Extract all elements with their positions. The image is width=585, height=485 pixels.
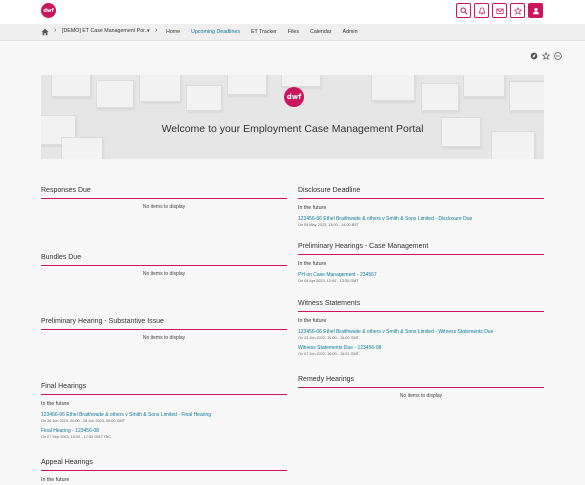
nav-upcoming-deadlines[interactable]: Upcoming Deadlines <box>191 29 240 35</box>
mail-button[interactable] <box>492 3 507 18</box>
section-title: Preliminary Hearing - Substantive Issue <box>41 318 164 325</box>
disclosure-deadline-section: Disclosure Deadline In the future 123456… <box>298 187 544 227</box>
event-meta: On 23 Jun 2023, 15:00 - 16:00 GMT <box>298 336 359 340</box>
remedy-hearings-section: Remedy Hearings No items to display <box>298 376 544 399</box>
nav-et-tracker[interactable]: ET Tracker <box>251 29 277 35</box>
more-icon[interactable] <box>554 52 562 60</box>
section-title: Preliminary Hearings - Case Management <box>298 243 429 250</box>
event-meta: On 26 Jun 2023, 00:00 - 28 Jun 2023, 00:… <box>41 419 126 423</box>
user-button[interactable] <box>528 3 543 18</box>
event-meta: On 05 May 2023, 13:00 - 14:00 BST <box>298 223 359 227</box>
event-link[interactable]: Final Hearing - 123456-08 <box>41 428 287 434</box>
section-subtitle: In the future <box>298 318 327 324</box>
divider <box>298 254 544 255</box>
chevron-right-icon: › <box>54 27 57 34</box>
dwf-logo[interactable]: dwf <box>41 3 56 18</box>
nav-calendar[interactable]: Calendar <box>310 29 332 35</box>
banner-title: Welcome to your Employment Case Manageme… <box>161 123 424 135</box>
nav-links: Home Upcoming Deadlines ET Tracker Files… <box>166 29 369 35</box>
empty-message: No items to display <box>142 204 186 210</box>
responses-due-section: Responses Due No items to display <box>41 187 287 210</box>
event-link[interactable]: Witness Statements Due - 123456-08 <box>298 345 544 351</box>
divider <box>298 387 544 388</box>
user-icon <box>532 7 539 14</box>
section-subtitle: In the future <box>41 477 70 483</box>
favourites-button[interactable] <box>510 3 525 18</box>
appeal-hearings-section: Appeal Hearings In the future <box>41 459 287 483</box>
divider <box>41 394 287 395</box>
banner-logo: dwf <box>284 87 304 107</box>
nav-bar: › [DEMO] ET Case Management Por... ▾ › H… <box>0 24 585 41</box>
event-link[interactable]: 123456-06 Ethel Braithwaite & others v S… <box>298 329 544 335</box>
search-icon <box>459 6 468 15</box>
section-subtitle: In the future <box>298 205 327 211</box>
nav-home[interactable]: Home <box>166 29 180 35</box>
event-meta: On 07 Sep 2023, 10:00 - 17:00 GMT TBC <box>41 435 112 439</box>
divider <box>41 198 287 199</box>
mail-icon <box>495 8 504 14</box>
bell-icon <box>478 6 485 15</box>
compass-icon[interactable] <box>530 52 538 60</box>
notifications-button[interactable] <box>474 3 489 18</box>
divider <box>41 265 287 266</box>
empty-message: No items to display <box>142 335 186 341</box>
star-icon <box>513 6 522 15</box>
section-subtitle: In the future <box>41 401 70 407</box>
section-title: Witness Statements <box>298 300 361 307</box>
nav-files[interactable]: Files <box>288 29 299 35</box>
bundles-due-section: Bundles Due No items to display <box>41 254 287 277</box>
event-meta: On 07 Jun 2023, 16:00 - 16:01 GMT <box>298 352 359 356</box>
prelim-case-management-section: Preliminary Hearings - Case Management I… <box>298 243 544 283</box>
event-link[interactable]: 123456-06 Ethel Braithwaite & others v S… <box>41 412 287 418</box>
star-icon[interactable] <box>542 52 550 60</box>
search-button[interactable] <box>456 3 471 18</box>
divider <box>41 470 287 471</box>
event-link[interactable]: 123456-06 Ethel Braithwaite & others v S… <box>298 216 544 222</box>
event-link[interactable]: PH on Case Management - 234567 <box>298 272 544 278</box>
section-title: Remedy Hearings <box>298 376 355 383</box>
empty-message: No items to display <box>399 393 443 399</box>
divider <box>41 329 287 330</box>
empty-message: No items to display <box>142 271 186 277</box>
top-icon-group <box>456 3 543 18</box>
chevron-down-icon[interactable]: ▾ <box>147 28 150 34</box>
event-meta: On 04 Apr 2023, 12:00 - 13:30 GMT <box>298 279 359 283</box>
section-title: Appeal Hearings <box>41 459 93 466</box>
site-breadcrumb[interactable]: [DEMO] ET Case Management Por... <box>62 28 149 34</box>
final-hearings-section: Final Hearings In the future 123456-06 E… <box>41 383 287 439</box>
section-title: Bundles Due <box>41 254 82 261</box>
top-bar: dwf <box>0 0 585 24</box>
section-title: Disclosure Deadline <box>298 187 361 194</box>
home-icon[interactable] <box>41 28 49 36</box>
nav-admin[interactable]: Admin <box>343 29 358 35</box>
section-title: Final Hearings <box>41 383 87 390</box>
page-actions <box>530 52 562 60</box>
section-title: Responses Due <box>41 187 91 194</box>
divider <box>298 311 544 312</box>
chevron-right-icon: › <box>155 27 158 34</box>
prelim-substantive-section: Preliminary Hearing - Substantive Issue … <box>41 318 287 341</box>
witness-statements-section: Witness Statements In the future 123456-… <box>298 300 544 356</box>
divider <box>298 198 544 199</box>
section-subtitle: In the future <box>298 261 327 267</box>
